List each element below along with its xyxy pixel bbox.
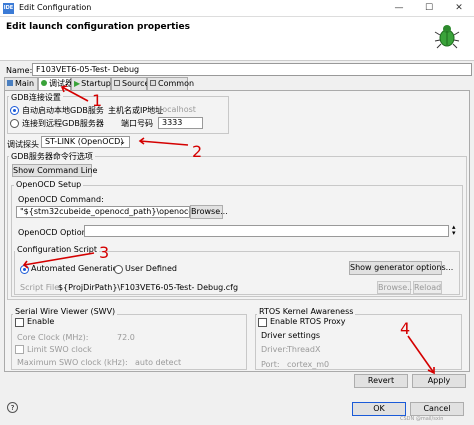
- rtos-proxy-checkbox[interactable]: [258, 318, 267, 327]
- minimize-button[interactable]: —: [384, 0, 414, 17]
- auto-gdb-radio[interactable]: [10, 106, 19, 115]
- rtos-proxy-label: Enable RTOS Proxy: [270, 317, 346, 326]
- script-file-value[interactable]: ${ProjDirPath}\F103VET6-05-Test- Debug.c…: [58, 283, 238, 292]
- max-swo-label: Maximum SWO clock (kHz):: [17, 358, 128, 367]
- tab-startup[interactable]: ▶Startup: [71, 77, 111, 90]
- script-file-label: Script File:: [20, 283, 62, 292]
- port-label: 端口号码: [121, 119, 153, 128]
- rtos-port-value[interactable]: cortex_m0: [287, 360, 329, 369]
- driver-value[interactable]: ThreadX: [287, 345, 320, 354]
- openocd-command-label: OpenOCD Command:: [18, 195, 104, 204]
- config-script-title: Configuration Script: [15, 245, 99, 254]
- reload-button[interactable]: Reload: [413, 281, 442, 294]
- gdb-connection-title: GDB连接设置: [9, 92, 63, 103]
- bug-icon: [434, 25, 460, 49]
- debug-probe-select[interactable]: ST-LINK (OpenOCD) ⌄: [41, 136, 130, 148]
- limit-swo-label: Limit SWO clock: [27, 345, 92, 354]
- chevron-down-icon: ⌄: [119, 137, 126, 146]
- cancel-button[interactable]: Cancel: [410, 402, 464, 416]
- driver-label: Driver:: [261, 345, 289, 354]
- core-clock-value[interactable]: 72.0: [117, 333, 135, 342]
- user-defined-label: User Defined: [125, 264, 177, 273]
- common-icon: [150, 80, 156, 86]
- show-command-line-button[interactable]: Show Command Line: [12, 164, 97, 177]
- openocd-options-input[interactable]: [84, 225, 449, 237]
- automated-generation-label: Automated Generation: [31, 264, 123, 273]
- swv-enable-label: Enable: [27, 317, 55, 326]
- openocd-command-input[interactable]: "${stm32cubeide_openocd_path}\openocd.ex…: [16, 206, 190, 218]
- openocd-setup-title: OpenOCD Setup: [14, 180, 84, 189]
- tab-source[interactable]: Source: [111, 77, 150, 90]
- options-spinner-icon[interactable]: ▴ ▾: [452, 224, 456, 237]
- auto-gdb-label: 自动启动本地GDB服务: [22, 106, 104, 115]
- driver-settings-label: Driver settings: [261, 331, 321, 340]
- app-icon: IDE: [3, 3, 14, 14]
- debug-probe-value: ST-LINK (OpenOCD): [45, 137, 124, 146]
- swv-enable-checkbox[interactable]: [15, 318, 24, 327]
- script-browse-button[interactable]: Browse...: [377, 281, 415, 294]
- port-input[interactable]: 3333: [158, 117, 203, 129]
- dialog-title: Edit launch configuration properties: [6, 22, 190, 32]
- max-swo-value[interactable]: auto detect: [135, 358, 181, 367]
- rtos-port-label: Port:: [261, 360, 280, 369]
- close-window-button[interactable]: ✕: [444, 0, 474, 17]
- tab-label: Common: [158, 79, 195, 88]
- source-icon: [114, 80, 120, 86]
- debugger-icon: [41, 80, 47, 86]
- host-label: 主机名或IP地址: [108, 106, 164, 115]
- limit-swo-checkbox[interactable]: [15, 345, 24, 354]
- tab-label: Startup: [81, 79, 111, 88]
- main-icon: [7, 80, 13, 86]
- tab-common[interactable]: Common: [147, 77, 194, 90]
- tab-main[interactable]: Main: [4, 77, 38, 90]
- user-defined-radio[interactable]: [114, 265, 123, 274]
- tab-label: Source: [122, 79, 150, 88]
- help-icon[interactable]: ?: [7, 402, 18, 413]
- remote-gdb-radio[interactable]: [10, 119, 19, 128]
- name-label: Name:: [6, 66, 33, 75]
- automated-generation-radio[interactable]: [20, 265, 29, 274]
- debug-probe-label: 调试探头: [7, 140, 39, 149]
- name-input[interactable]: F103VET6-05-Test- Debug: [32, 63, 472, 76]
- maximize-button[interactable]: ☐: [414, 0, 444, 17]
- rtos-title: RTOS Kernel Awareness: [257, 307, 356, 316]
- startup-icon: ▶: [74, 79, 81, 88]
- remote-gdb-label: 连接到远程GDB服务器: [22, 119, 104, 128]
- ok-button[interactable]: OK: [352, 402, 406, 416]
- tab-label: Main: [15, 79, 35, 88]
- apply-button[interactable]: Apply: [412, 374, 466, 388]
- host-value[interactable]: localhost: [160, 105, 196, 114]
- core-clock-label: Core Clock (MHz):: [17, 333, 89, 342]
- window-title: Edit Configuration: [19, 3, 92, 12]
- revert-button[interactable]: Revert: [354, 374, 408, 388]
- openocd-browse-button[interactable]: Browse...: [190, 205, 228, 219]
- swv-title: Serial Wire Viewer (SWV): [13, 307, 118, 316]
- show-generator-options-button[interactable]: Show generator options...: [349, 261, 453, 275]
- watermark: CSDN @mail/sxin: [400, 416, 444, 422]
- gdb-server-cmd-title: GDB服务器命令行选项: [9, 151, 95, 162]
- tab-label: 调试器: [49, 79, 73, 88]
- tab-debugger[interactable]: 调试器: [38, 77, 73, 91]
